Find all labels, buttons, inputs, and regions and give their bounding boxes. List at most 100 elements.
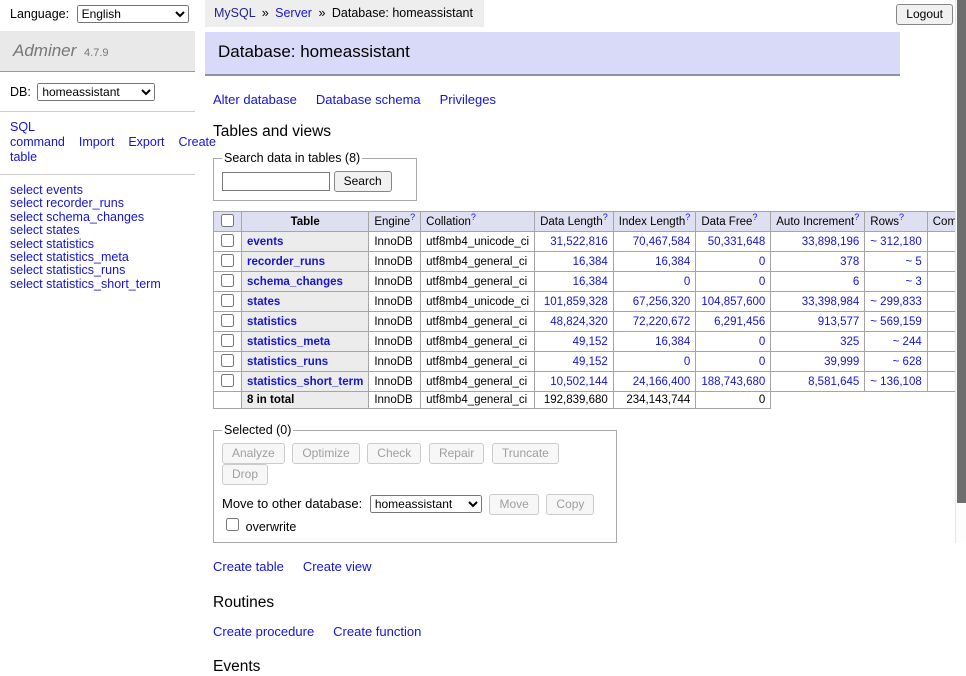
row-checkbox[interactable]: [221, 354, 234, 367]
data-length-link[interactable]: 31,522,816: [540, 236, 608, 248]
create-view-link[interactable]: Create view: [303, 559, 372, 574]
export-link[interactable]: Export: [128, 135, 164, 149]
data-free-link[interactable]: 188,743,680: [701, 376, 765, 388]
row-checkbox[interactable]: [221, 294, 234, 307]
auto-increment-link[interactable]: 33,898,196: [776, 236, 859, 248]
row-checkbox[interactable]: [221, 374, 234, 387]
rows-link[interactable]: ~ 3: [870, 276, 921, 288]
create-procedure-link[interactable]: Create procedure: [213, 624, 314, 639]
index-length-link[interactable]: 72,220,672: [619, 316, 691, 328]
overwrite-label[interactable]: overwrite: [246, 520, 297, 534]
help-icon[interactable]: ?: [471, 212, 476, 222]
create-function-link[interactable]: Create function: [333, 624, 421, 639]
table-name-link[interactable]: statistics: [247, 316, 297, 328]
index-length-link[interactable]: 70,467,584: [619, 236, 691, 248]
db-select[interactable]: homeassistant: [37, 83, 155, 101]
auto-increment-link[interactable]: 8,581,645: [776, 376, 859, 388]
rows-link[interactable]: ~ 299,833: [870, 296, 921, 308]
help-icon[interactable]: ?: [685, 212, 690, 222]
row-checkbox[interactable]: [221, 314, 234, 327]
select-all-checkbox[interactable]: [221, 214, 234, 227]
engine-cell: InnoDB: [369, 292, 421, 312]
auto-increment-link[interactable]: 325: [776, 336, 859, 348]
search-input[interactable]: [222, 172, 330, 191]
data-length-link[interactable]: 49,152: [540, 356, 608, 368]
language-select[interactable]: English: [77, 5, 189, 23]
help-icon[interactable]: ?: [752, 212, 757, 222]
breadcrumb-mysql-link[interactable]: MySQL: [214, 6, 255, 20]
rows-link[interactable]: ~ 628: [870, 356, 921, 368]
create-table-link[interactable]: Create table: [213, 559, 284, 574]
index-length-link[interactable]: 24,166,400: [619, 376, 691, 388]
sidebar: Language: English Adminer 4.7.9 DB: home…: [0, 0, 195, 299]
data-free-link[interactable]: 50,331,648: [701, 236, 765, 248]
index-length-link[interactable]: 0: [619, 356, 691, 368]
table-name-link[interactable]: states: [247, 296, 280, 308]
data-length-link[interactable]: 16,384: [540, 256, 608, 268]
sidebar-select-table-link[interactable]: select statistics_short_term: [10, 278, 195, 291]
move-database-select[interactable]: homeassistant: [370, 495, 482, 513]
sidebar-select-table-link[interactable]: select statistics: [10, 238, 195, 251]
sql-command-link[interactable]: SQL command: [10, 120, 65, 149]
sidebar-select-table-link[interactable]: select statistics_runs: [10, 264, 195, 277]
help-icon[interactable]: ?: [854, 212, 859, 222]
alter-database-link[interactable]: Alter database: [213, 92, 297, 107]
rows-link[interactable]: ~ 136,108: [870, 376, 921, 388]
row-checkbox[interactable]: [221, 234, 234, 247]
sidebar-select-table-link[interactable]: select statistics_meta: [10, 251, 195, 264]
search-button[interactable]: Search: [334, 171, 392, 192]
overwrite-checkbox[interactable]: [226, 518, 239, 531]
table-name-link[interactable]: statistics_meta: [247, 336, 330, 348]
import-link[interactable]: Import: [79, 135, 114, 149]
data-free-link[interactable]: 0: [701, 356, 765, 368]
data-free-link[interactable]: 0: [701, 336, 765, 348]
table-name-link[interactable]: schema_changes: [247, 276, 343, 288]
index-length-link[interactable]: 0: [619, 276, 691, 288]
auto-increment-link[interactable]: 6: [776, 276, 859, 288]
index-length-link[interactable]: 16,384: [619, 336, 691, 348]
data-free-link[interactable]: 104,857,600: [701, 296, 765, 308]
auto-increment-link[interactable]: 33,398,984: [776, 296, 859, 308]
row-checkbox[interactable]: [221, 254, 234, 267]
rows-link[interactable]: ~ 5: [870, 256, 921, 268]
data-length-link[interactable]: 48,824,320: [540, 316, 608, 328]
data-length-cell: 10,502,144: [535, 372, 614, 392]
scrollbar-track[interactable]: [955, 0, 966, 543]
data-length-link[interactable]: 10,502,144: [540, 376, 608, 388]
scrollbar-thumb[interactable]: [957, 0, 966, 503]
data-length-link[interactable]: 101,859,328: [540, 296, 608, 308]
database-schema-link[interactable]: Database schema: [316, 92, 421, 107]
privileges-link[interactable]: Privileges: [440, 92, 496, 107]
auto-increment-cell: 8,581,645: [771, 372, 865, 392]
row-checkbox[interactable]: [221, 274, 234, 287]
data-free-link[interactable]: 6,291,456: [701, 316, 765, 328]
help-icon[interactable]: ?: [899, 212, 904, 222]
table-name-link[interactable]: recorder_runs: [247, 256, 325, 268]
rows-link[interactable]: ~ 312,180: [870, 236, 921, 248]
table-name-link[interactable]: events: [247, 236, 283, 248]
index-length-link[interactable]: 67,256,320: [619, 296, 691, 308]
help-icon[interactable]: ?: [410, 212, 415, 222]
sidebar-select-table-link[interactable]: select recorder_runs: [10, 197, 195, 210]
rows-link[interactable]: ~ 244: [870, 336, 921, 348]
data-free-link[interactable]: 0: [701, 256, 765, 268]
auto-increment-link[interactable]: 913,577: [776, 316, 859, 328]
auto-increment-link[interactable]: 39,999: [776, 356, 859, 368]
data-length-link[interactable]: 16,384: [540, 276, 608, 288]
auto-increment-cell: 6: [771, 272, 865, 292]
breadcrumb-server-link[interactable]: Server: [275, 6, 312, 20]
app-version[interactable]: 4.7.9: [84, 47, 108, 59]
sidebar-select-table-link[interactable]: select schema_changes: [10, 211, 195, 224]
data-free-link[interactable]: 0: [701, 276, 765, 288]
table-name-link[interactable]: statistics_short_term: [247, 376, 363, 388]
row-checkbox[interactable]: [221, 334, 234, 347]
sidebar-select-table-link[interactable]: select states: [10, 224, 195, 237]
auto-increment-link[interactable]: 378: [776, 256, 859, 268]
logout-button[interactable]: Logout: [896, 4, 953, 25]
data-length-link[interactable]: 49,152: [540, 336, 608, 348]
table-name-link[interactable]: statistics_runs: [247, 356, 328, 368]
sidebar-select-table-link[interactable]: select events: [10, 184, 195, 197]
help-icon[interactable]: ?: [603, 212, 608, 222]
index-length-link[interactable]: 16,384: [619, 256, 691, 268]
rows-link[interactable]: ~ 569,159: [870, 316, 921, 328]
